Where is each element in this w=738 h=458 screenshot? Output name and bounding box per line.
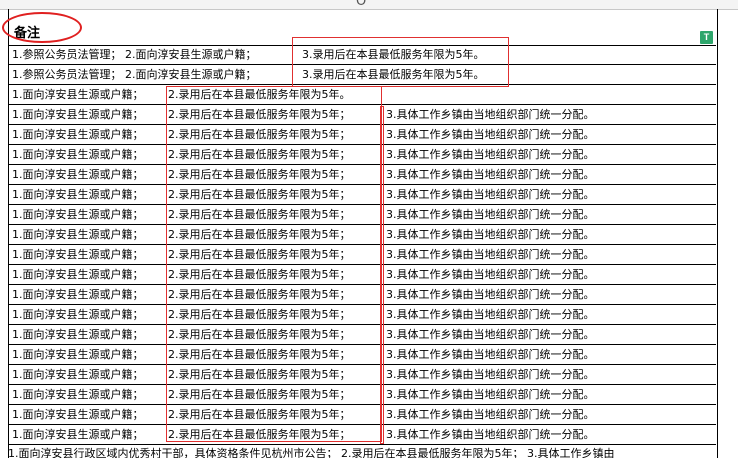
remarks-rows: 1.参照公务员法管理； 2.面向淳安县生源或户籍； 3.录用后在本县最低服务年限为… bbox=[8, 45, 716, 445]
row-text-1: 1.面向淳安县生源或户籍； bbox=[12, 108, 144, 121]
remarks-last-row[interactable]: 1.面向淳安县行政区域内优秀村干部，具体资格条件见杭州市公告； 2.录用后在本县… bbox=[8, 446, 738, 458]
row-text-3: 3.具体工作乡镇由当地组织部门统一分配。 bbox=[386, 348, 595, 361]
row-text-3: 3.具体工作乡镇由当地组织部门统一分配。 bbox=[386, 408, 595, 421]
table-row[interactable]: 1.面向淳安县生源或户籍； 2.录用后在本县最低服务年限为5年； 3.具体工作乡镇由… bbox=[8, 105, 716, 125]
row-text-2: 2.录用后在本县最低服务年限为5年； bbox=[168, 128, 351, 141]
row-text-3: 3.具体工作乡镇由当地组织部门统一分配。 bbox=[386, 368, 595, 381]
table-row[interactable]: 1.面向淳安县生源或户籍； 2.录用后在本县最低服务年限为5年。 bbox=[8, 85, 716, 105]
table-row[interactable]: 1.面向淳安县生源或户籍； 2.录用后在本县最低服务年限为5年； 3.具体工作乡镇由… bbox=[8, 145, 716, 165]
row-text-3: 3.具体工作乡镇由当地组织部门统一分配。 bbox=[386, 248, 595, 261]
table-row[interactable]: 1.面向淳安县生源或户籍； 2.录用后在本县最低服务年限为5年； 3.具体工作乡镇由… bbox=[8, 245, 716, 265]
table-row[interactable]: 1.面向淳安县生源或户籍； 2.录用后在本县最低服务年限为5年； 3.具体工作乡镇由… bbox=[8, 325, 716, 345]
row-text-1: 1.面向淳安县生源或户籍； bbox=[12, 148, 144, 161]
row-text-2: 2.录用后在本县最低服务年限为5年； bbox=[168, 268, 351, 281]
table-row[interactable]: 1.面向淳安县生源或户籍； 2.录用后在本县最低服务年限为5年； 3.具体工作乡镇由… bbox=[8, 385, 716, 405]
row-text-2: 2.录用后在本县最低服务年限为5年； bbox=[168, 388, 351, 401]
table-row[interactable]: 1.面向淳安县生源或户籍； 2.录用后在本县最低服务年限为5年； 3.具体工作乡镇由… bbox=[8, 185, 716, 205]
row-text-2: 2.录用后在本县最低服务年限为5年。 bbox=[168, 88, 351, 101]
annotation-oval bbox=[2, 12, 82, 43]
row-text-2: 3.录用后在本县最低服务年限为5年。 bbox=[302, 48, 485, 61]
row-text-1: 1.面向淳安县生源或户籍； bbox=[12, 428, 144, 441]
row-text-3: 3.具体工作乡镇由当地组织部门统一分配。 bbox=[386, 428, 595, 441]
row-text-2: 2.录用后在本县最低服务年限为5年； bbox=[168, 148, 351, 161]
row-text-3: 3.具体工作乡镇由当地组织部门统一分配。 bbox=[386, 168, 595, 181]
row-text-2: 2.录用后在本县最低服务年限为5年； bbox=[168, 168, 351, 181]
row-text-2: 2.录用后在本县最低服务年限为5年； bbox=[168, 348, 351, 361]
row-text-2: 2.录用后在本县最低服务年限为5年； bbox=[168, 428, 351, 441]
table-row[interactable]: 1.面向淳安县生源或户籍； 2.录用后在本县最低服务年限为5年； 3.具体工作乡镇由… bbox=[8, 205, 716, 225]
row-text-3: 3.具体工作乡镇由当地组织部门统一分配。 bbox=[386, 128, 595, 141]
row-text-1: 1.面向淳安县生源或户籍； bbox=[12, 128, 144, 141]
table-row[interactable]: 1.面向淳安县生源或户籍； 2.录用后在本县最低服务年限为5年； 3.具体工作乡镇由… bbox=[8, 165, 716, 185]
table-row[interactable]: 1.参照公务员法管理； 2.面向淳安县生源或户籍； 3.录用后在本县最低服务年限为… bbox=[8, 65, 716, 85]
row-text-3: 3.具体工作乡镇由当地组织部门统一分配。 bbox=[386, 188, 595, 201]
row-text-3: 3.具体工作乡镇由当地组织部门统一分配。 bbox=[386, 308, 595, 321]
row-text-3: 3.具体工作乡镇由当地组织部门统一分配。 bbox=[386, 228, 595, 241]
row-text-3: 3.具体工作乡镇由当地组织部门统一分配。 bbox=[386, 208, 595, 221]
table-row[interactable]: 1.面向淳安县生源或户籍； 2.录用后在本县最低服务年限为5年； 3.具体工作乡镇由… bbox=[8, 425, 716, 445]
row-text-1: 1.面向淳安县生源或户籍； bbox=[12, 268, 144, 281]
row-text-3: 3.具体工作乡镇由当地组织部门统一分配。 bbox=[386, 328, 595, 341]
row-text-2: 2.录用后在本县最低服务年限为5年； bbox=[168, 248, 351, 261]
row-text-1: 1.面向淳安县生源或户籍； bbox=[12, 408, 144, 421]
row-text-2: 2.录用后在本县最低服务年限为5年； bbox=[168, 368, 351, 381]
row-text-2: 2.录用后在本县最低服务年限为5年； bbox=[168, 228, 351, 241]
row-text-3: 3.具体工作乡镇由当地组织部门统一分配。 bbox=[386, 148, 595, 161]
row-text-2: 2.录用后在本县最低服务年限为5年； bbox=[168, 308, 351, 321]
remarks-header-cell[interactable]: 备注 bbox=[2, 9, 716, 46]
table-row[interactable]: 1.面向淳安县生源或户籍； 2.录用后在本县最低服务年限为5年； 3.具体工作乡镇由… bbox=[8, 225, 716, 245]
table-row[interactable]: 1.面向淳安县生源或户籍； 2.录用后在本县最低服务年限为5年； 3.具体工作乡镇由… bbox=[8, 405, 716, 425]
row-text-1: 1.面向淳安县生源或户籍； bbox=[12, 288, 144, 301]
row-text-2: 2.录用后在本县最低服务年限为5年； bbox=[168, 108, 351, 121]
row-text-2: 2.录用后在本县最低服务年限为5年； bbox=[168, 328, 351, 341]
table-row[interactable]: 1.面向淳安县生源或户籍； 2.录用后在本县最低服务年限为5年； 3.具体工作乡镇由… bbox=[8, 365, 716, 385]
row-text-2: 3.录用后在本县最低服务年限为5年。 bbox=[302, 68, 485, 81]
row-text-2: 2.录用后在本县最低服务年限为5年； bbox=[168, 208, 351, 221]
row-text-1: 1.面向淳安县生源或户籍； bbox=[12, 228, 144, 241]
table-row[interactable]: 1.参照公务员法管理； 2.面向淳安县生源或户籍； 3.录用后在本县最低服务年限为… bbox=[8, 45, 716, 65]
row-text-3: 3.具体工作乡镇由当地组织部门统一分配。 bbox=[386, 268, 595, 281]
row-text-1: 1.面向淳安县生源或户籍； bbox=[12, 88, 144, 101]
row-text-1: 1.面向淳安县生源或户籍； bbox=[12, 308, 144, 321]
table-row[interactable]: 1.面向淳安县生源或户籍； 2.录用后在本县最低服务年限为5年； 3.具体工作乡镇由… bbox=[8, 265, 716, 285]
row-text-2: 2.录用后在本县最低服务年限为5年； bbox=[168, 188, 351, 201]
row-text-1: 1.面向淳安县生源或户籍； bbox=[12, 248, 144, 261]
table-row[interactable]: 1.面向淳安县生源或户籍； 2.录用后在本县最低服务年限为5年； 3.具体工作乡镇由… bbox=[8, 345, 716, 365]
row-text-1: 1.参照公务员法管理； 2.面向淳安县生源或户籍； bbox=[12, 48, 257, 61]
row-text-1: 1.面向淳安县生源或户籍； bbox=[12, 388, 144, 401]
table-row[interactable]: 1.面向淳安县生源或户籍； 2.录用后在本县最低服务年限为5年； 3.具体工作乡镇由… bbox=[8, 305, 716, 325]
row-text-3: 3.具体工作乡镇由当地组织部门统一分配。 bbox=[386, 288, 595, 301]
row-text-1: 1.面向淳安县生源或户籍； bbox=[12, 188, 144, 201]
column-letter: O bbox=[356, 0, 367, 9]
row-text-3: 3.具体工作乡镇由当地组织部门统一分配。 bbox=[386, 388, 595, 401]
row-text-3: 3.具体工作乡镇由当地组织部门统一分配。 bbox=[386, 108, 595, 121]
row-text-2: 2.录用后在本县最低服务年限为5年； bbox=[168, 408, 351, 421]
row-text-1: 1.面向淳安县生源或户籍； bbox=[12, 348, 144, 361]
row-text-1: 1.面向淳安县生源或户籍； bbox=[12, 208, 144, 221]
row-text-1: 1.面向淳安县生源或户籍； bbox=[12, 168, 144, 181]
row-text-2: 2.录用后在本县最低服务年限为5年； bbox=[168, 288, 351, 301]
row-text-1: 1.参照公务员法管理； 2.面向淳安县生源或户籍； bbox=[12, 68, 257, 81]
row-text-1: 1.面向淳安县生源或户籍； bbox=[12, 328, 144, 341]
row-text-1: 1.面向淳安县生源或户籍； bbox=[12, 368, 144, 381]
table-row[interactable]: 1.面向淳安县生源或户籍； 2.录用后在本县最低服务年限为5年； 3.具体工作乡镇由… bbox=[8, 125, 716, 145]
filter-icon[interactable]: T bbox=[700, 31, 713, 44]
table-row[interactable]: 1.面向淳安县生源或户籍； 2.录用后在本县最低服务年限为5年； 3.具体工作乡镇由… bbox=[8, 285, 716, 305]
